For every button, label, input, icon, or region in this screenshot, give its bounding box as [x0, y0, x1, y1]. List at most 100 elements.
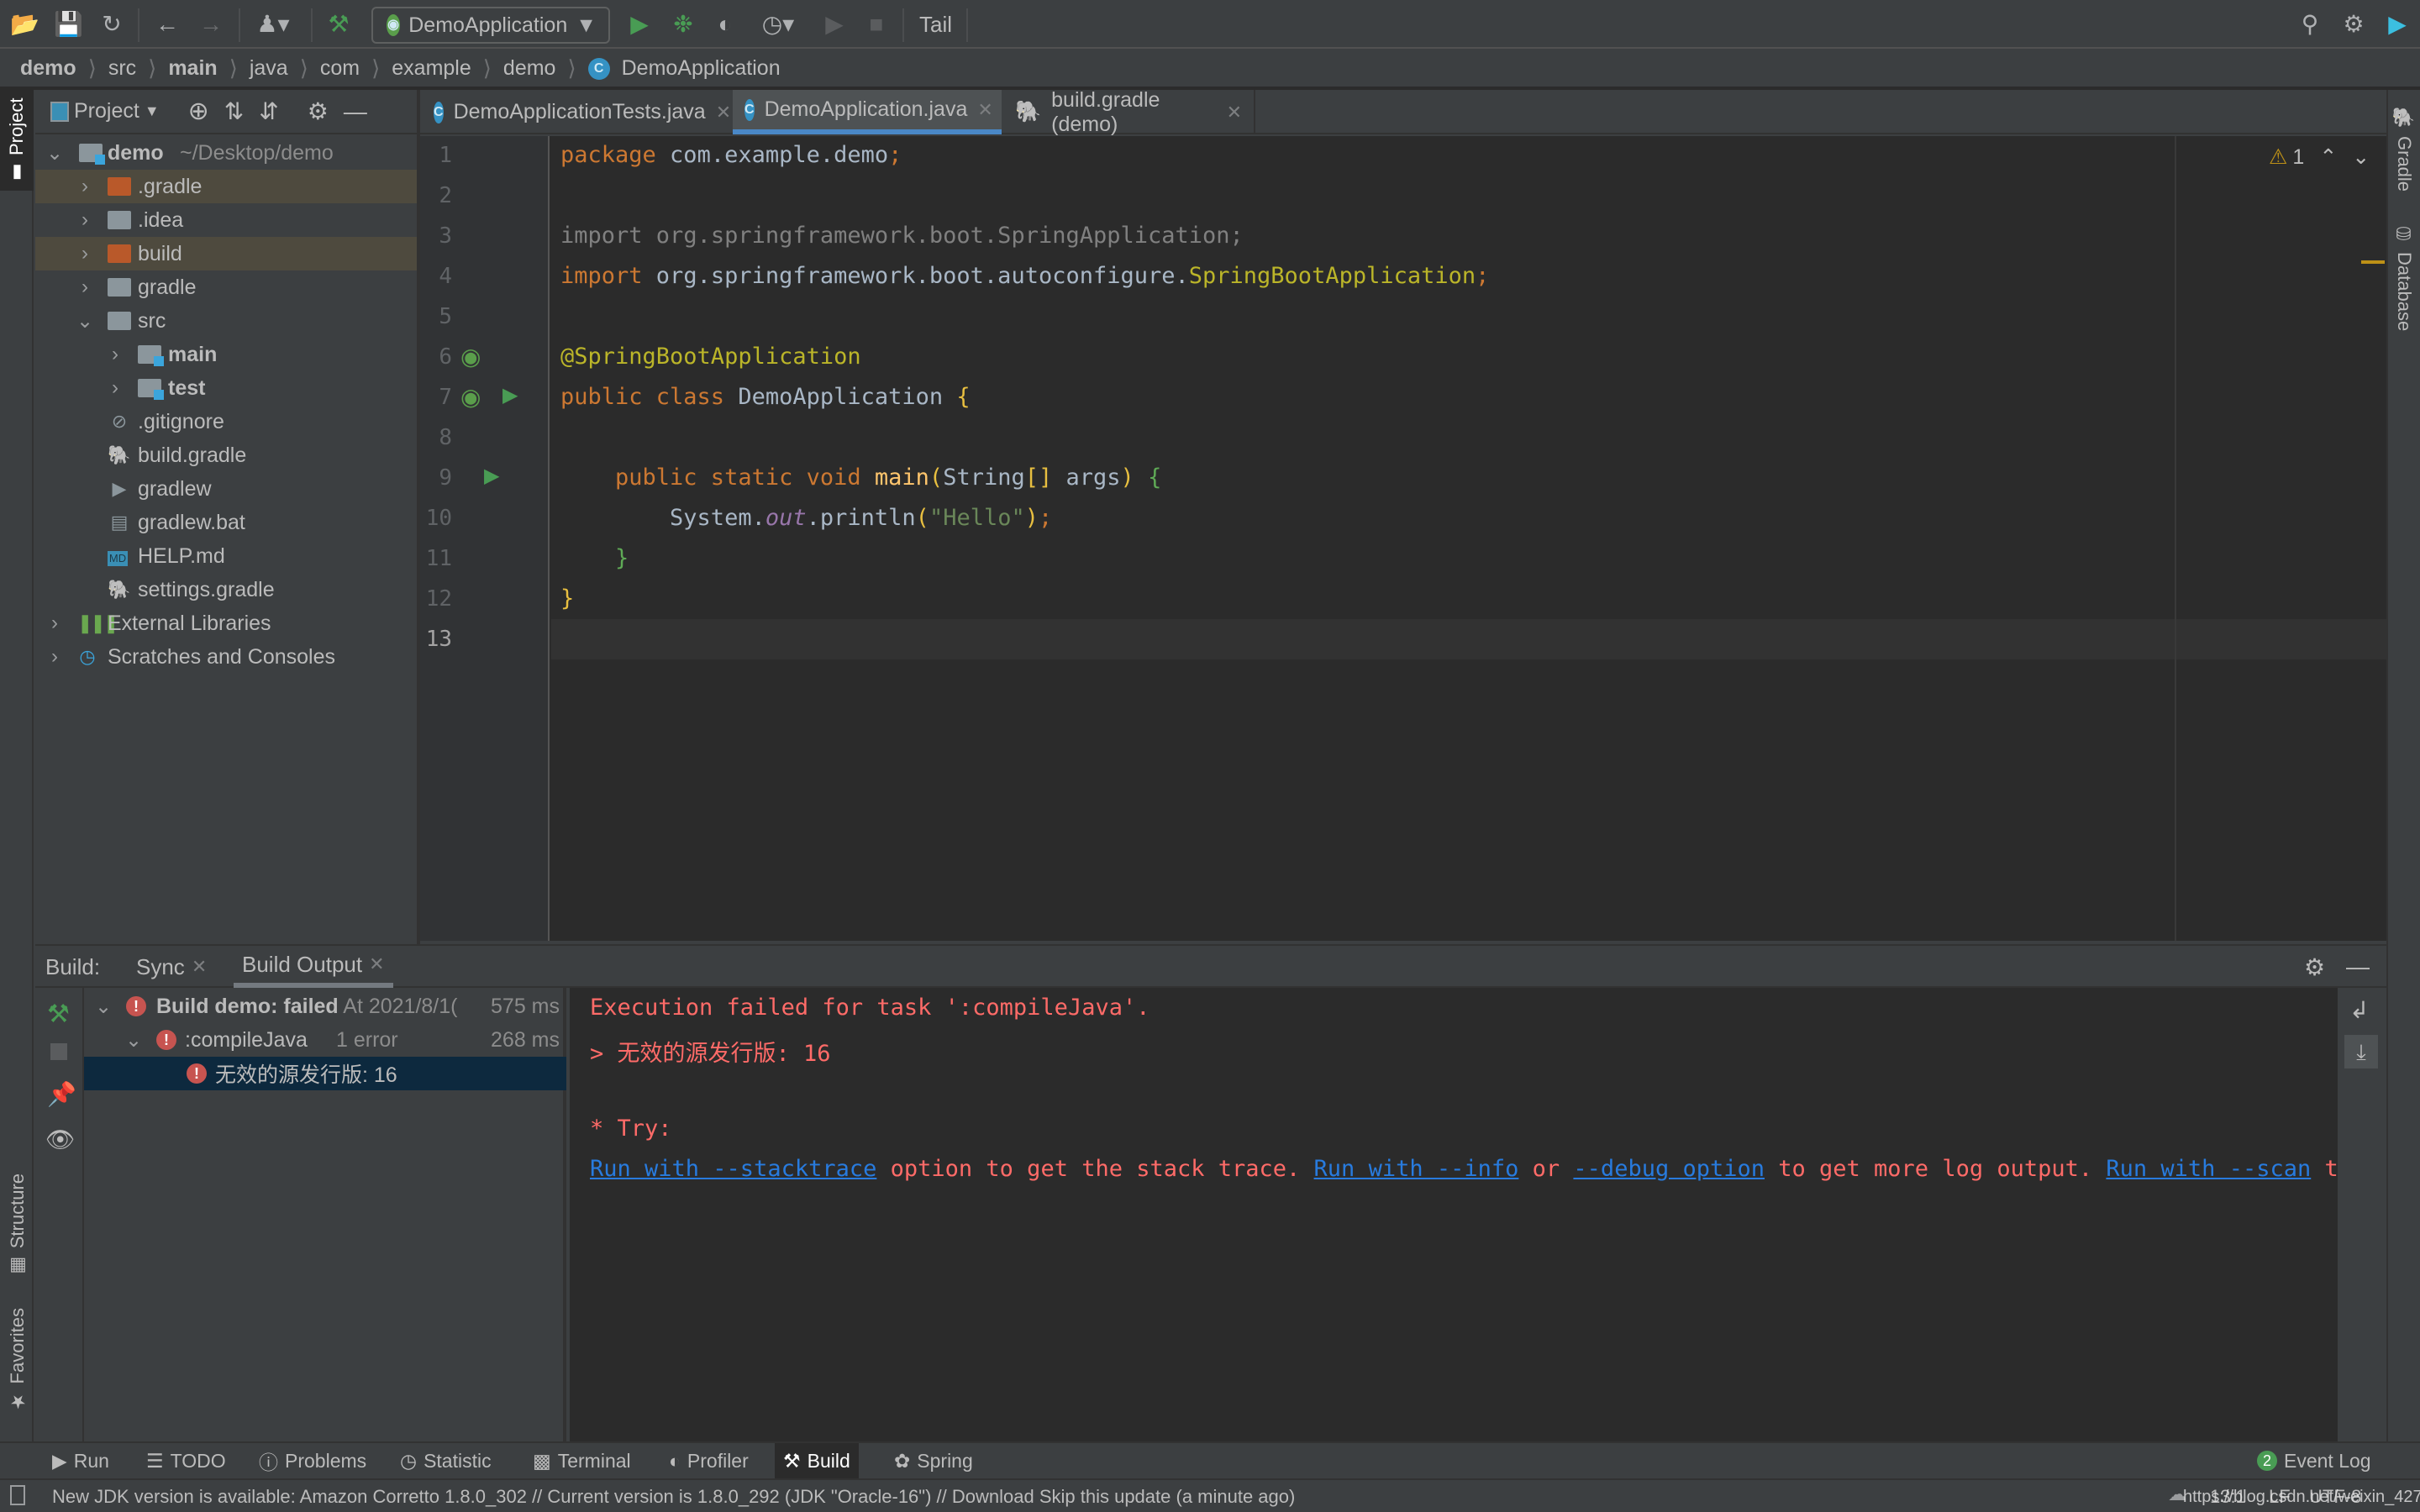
- run-configuration-select[interactable]: ◉ DemoApplication ▼: [371, 7, 610, 44]
- breadcrumb-item[interactable]: src: [108, 56, 136, 81]
- tree-item[interactable]: ⌄ src: [35, 304, 417, 338]
- breadcrumb-item[interactable]: java: [250, 56, 288, 81]
- tool-spring[interactable]: ✿ Spring: [886, 1443, 981, 1478]
- tree-item[interactable]: ⊘ .gitignore: [35, 405, 417, 438]
- stop-icon[interactable]: ■: [862, 10, 891, 39]
- tree-item[interactable]: › .idea: [35, 203, 417, 237]
- code-line[interactable]: @SpringBootApplication: [560, 337, 861, 377]
- eye-icon[interactable]: 👁: [45, 1126, 76, 1153]
- open-folder-icon[interactable]: 📂: [10, 10, 39, 39]
- scroll-to-end-icon[interactable]: ⤓: [2344, 1035, 2378, 1068]
- forward-icon[interactable]: →: [197, 10, 225, 39]
- run-disabled-icon[interactable]: ▶: [820, 10, 849, 39]
- tab-sync[interactable]: Sync ✕: [136, 946, 207, 988]
- tree-item[interactable]: › main: [35, 338, 417, 371]
- tool-problems[interactable]: ⓘ Problems: [250, 1443, 375, 1478]
- breadcrumb-item[interactable]: DemoApplication: [622, 56, 781, 81]
- locate-icon[interactable]: ⊕: [188, 97, 209, 126]
- status-message[interactable]: New JDK version is available: Amazon Cor…: [52, 1486, 1295, 1508]
- build-output-console[interactable]: Execution failed for task ':compileJava'…: [570, 988, 2352, 1441]
- breadcrumb-item[interactable]: demo: [503, 56, 556, 81]
- previous-highlight-icon[interactable]: ⌃: [2319, 144, 2337, 170]
- code-line[interactable]: System.out.println("Hello");: [560, 498, 1052, 538]
- database-tool-tab[interactable]: ⛁ Database: [2393, 224, 2415, 331]
- code-line[interactable]: }: [560, 538, 629, 579]
- pin-icon[interactable]: 📌: [47, 1080, 76, 1108]
- sync-icon[interactable]: ↻: [97, 10, 126, 39]
- code-line[interactable]: }: [560, 579, 574, 619]
- code-line[interactable]: public static void main(String[] args) {: [560, 458, 1161, 498]
- build-tree-row[interactable]: ⌄ ! :compileJava 1 error 268 ms: [84, 1023, 566, 1057]
- project-tool-tab[interactable]: ▮ Project: [0, 90, 34, 191]
- tree-item[interactable]: ▶ gradlew: [35, 472, 417, 506]
- tree-item[interactable]: › .gradle: [35, 170, 417, 203]
- tree-item[interactable]: 🐘 build.gradle: [35, 438, 417, 472]
- build-tree-row-selected[interactable]: ! 无效的源发行版: 16: [84, 1057, 566, 1090]
- soft-wrap-icon[interactable]: ↲: [2349, 996, 2369, 1024]
- inspection-widget[interactable]: ⚠ 1 ⌃ ⌄: [2269, 144, 2370, 170]
- tail-button[interactable]: Tail: [919, 12, 952, 38]
- structure-tool-tab[interactable]: ▦ Structure: [7, 1173, 29, 1276]
- tool-statistic[interactable]: ◷ Statistic: [392, 1443, 500, 1478]
- tree-item[interactable]: › ❚❚❚ External Libraries: [35, 606, 417, 640]
- coverage-icon[interactable]: ◐: [711, 10, 739, 39]
- build-tree-row[interactable]: ⌄ ! Build demo: failed At 2021/8/1( 575 …: [84, 990, 566, 1023]
- code-line[interactable]: import org.springframework.boot.SpringAp…: [560, 216, 1244, 256]
- close-icon[interactable]: ✕: [369, 953, 384, 975]
- breadcrumb-item[interactable]: main: [168, 56, 217, 81]
- tree-item[interactable]: › test: [35, 371, 417, 405]
- run-gutter-icon[interactable]: ▶: [502, 383, 518, 407]
- back-icon[interactable]: ←: [153, 10, 182, 39]
- project-view-select[interactable]: Project ▼: [50, 99, 160, 123]
- warning-stripe-marker[interactable]: [2361, 260, 2385, 264]
- tree-item[interactable]: ⌄ demo ~/Desktop/demo: [35, 136, 417, 170]
- tab-demo-application[interactable]: C DemoApplication.java ✕: [733, 90, 1002, 134]
- tool-build[interactable]: ⚒ Build: [775, 1443, 859, 1478]
- settings-gear-icon[interactable]: ⚙: [308, 97, 329, 125]
- tree-item[interactable]: 🐘 settings.gradle: [35, 573, 417, 606]
- breadcrumb-item[interactable]: demo: [20, 56, 76, 81]
- build-hammer-icon[interactable]: ⚒: [47, 1000, 70, 1029]
- stop-icon[interactable]: [50, 1043, 67, 1060]
- hide-icon[interactable]: —: [344, 98, 367, 125]
- tool-todo[interactable]: ☰ TODO: [138, 1443, 234, 1478]
- code-line[interactable]: package com.example.demo;: [560, 135, 902, 176]
- console-link[interactable]: Run with --scan: [2106, 1156, 2311, 1182]
- toggle-tool-windows-icon[interactable]: [10, 1485, 25, 1505]
- tab-demo-application-tests[interactable]: C DemoApplicationTests.java ✕: [422, 90, 731, 134]
- settings-gear-icon[interactable]: ⚙: [2339, 10, 2368, 39]
- gradle-tool-tab[interactable]: 🐘 Gradle: [2393, 107, 2415, 192]
- breadcrumb-item[interactable]: example: [392, 56, 471, 81]
- tree-item[interactable]: › gradle: [35, 270, 417, 304]
- console-link[interactable]: Run with --stacktrace: [590, 1156, 876, 1182]
- settings-gear-icon[interactable]: ⚙: [2304, 946, 2325, 988]
- close-icon[interactable]: ✕: [977, 99, 992, 121]
- expand-all-icon[interactable]: ⇅: [224, 97, 244, 125]
- build-hammer-icon[interactable]: ⚒: [324, 10, 353, 39]
- profile-icon[interactable]: ◷▾: [753, 10, 803, 39]
- save-icon[interactable]: 💾: [54, 10, 83, 39]
- tool-profiler[interactable]: ◐ Profiler: [660, 1443, 757, 1478]
- breadcrumb-item[interactable]: com: [320, 56, 360, 81]
- run-icon[interactable]: ▶: [625, 10, 654, 39]
- vcs-user-icon[interactable]: ♟▾: [252, 10, 294, 39]
- tab-build-gradle[interactable]: 🐘 build.gradle (demo) ✕: [1003, 88, 1255, 136]
- search-icon[interactable]: ⚲: [2296, 10, 2324, 39]
- spring-class-gutter-icon[interactable]: ◉: [460, 383, 481, 411]
- tree-item[interactable]: › ◷ Scratches and Consoles: [35, 640, 417, 674]
- console-link[interactable]: --debug option: [1573, 1156, 1765, 1182]
- tool-terminal[interactable]: ▩ Terminal: [524, 1443, 639, 1478]
- debug-icon[interactable]: ❉: [669, 10, 697, 39]
- hide-icon[interactable]: —: [2346, 946, 2370, 988]
- code-line[interactable]: import org.springframework.boot.autoconf…: [560, 256, 1489, 297]
- tool-run[interactable]: ▶ Run: [44, 1443, 118, 1478]
- close-icon[interactable]: ✕: [192, 956, 207, 978]
- code-line[interactable]: public class DemoApplication {: [560, 377, 971, 417]
- close-icon[interactable]: ✕: [1227, 102, 1242, 123]
- toolbox-logo-icon[interactable]: ▶: [2383, 10, 2412, 39]
- console-link[interactable]: Run with --info: [1314, 1156, 1519, 1182]
- tree-item[interactable]: › build: [35, 237, 417, 270]
- run-gutter-icon[interactable]: ▶: [484, 464, 499, 488]
- collapse-all-icon[interactable]: ⇵: [259, 97, 278, 125]
- close-icon[interactable]: ✕: [716, 102, 731, 123]
